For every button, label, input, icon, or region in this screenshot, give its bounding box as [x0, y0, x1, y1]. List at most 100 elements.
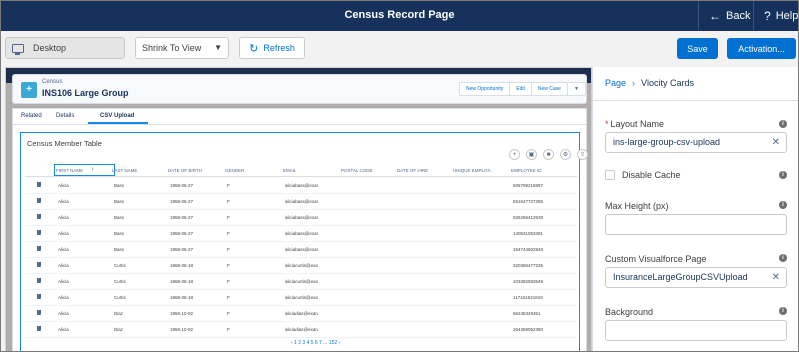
app-window: Census Record Page ← Back ? Help Desktop…	[0, 0, 799, 352]
delete-row-icon[interactable]	[37, 294, 41, 299]
clear-icon[interactable]: ✕	[772, 133, 780, 152]
delete-row-icon[interactable]	[37, 246, 41, 251]
disable-cache-label: Disable Cache	[622, 170, 681, 180]
column-header-unique-employee[interactable]: UNIQUE EMPLOY...	[453, 168, 494, 178]
column-header-gender[interactable]: GENDER	[225, 168, 244, 178]
cell-first-name: Alicia	[58, 279, 69, 284]
delete-row-icon[interactable]	[37, 326, 41, 331]
new-case-button[interactable]: New Case	[532, 83, 568, 95]
delete-row-icon[interactable]	[37, 198, 41, 203]
cell-employee-id: 320386477236	[513, 263, 544, 268]
column-header-last-name[interactable]: LAST NAME	[112, 168, 137, 178]
layout-name-field[interactable]: ins-large-group-csv-upload ✕	[605, 132, 787, 153]
chevron-down-icon: ▼	[214, 43, 222, 52]
info-icon[interactable]: i	[779, 254, 787, 262]
device-label: Desktop	[33, 43, 67, 53]
table-row[interactable]: Alicia Bass 1958-05-27 Faliciabass@exar 5516…	[25, 194, 577, 210]
device-selector[interactable]: Desktop	[5, 37, 125, 59]
back-button[interactable]: ← Back	[698, 1, 753, 31]
info-icon[interactable]: i	[779, 120, 787, 128]
save-button[interactable]: Save	[677, 38, 718, 59]
cell-date-of-birth: 1958-05-27	[170, 183, 194, 188]
table-row[interactable]: Alicia Curtis 1968-06-18 Faliciacurtis@exa 1…	[25, 274, 577, 290]
cell-date-of-birth: 1958-05-27	[170, 247, 194, 252]
layout-name-value: ins-large-group-csv-upload	[613, 137, 721, 147]
sort-arrow-up-icon[interactable]: ↑	[91, 167, 94, 177]
custom-vf-value: InsuranceLargeGroupCSVUpload	[613, 272, 748, 282]
info-icon[interactable]: i	[779, 201, 787, 209]
panel-divider	[593, 100, 798, 101]
column-header-employee-id[interactable]: EMPLOYEE ID	[511, 168, 542, 178]
more-actions-icon[interactable]: ▼	[568, 83, 585, 95]
cell-date-of-birth: 1968-06-18	[170, 279, 194, 284]
table-row[interactable]: Alicia Bass 1958-05-27 Faliciabass@exar 1547…	[25, 242, 577, 258]
cell-date-of-birth: 1968-06-18	[170, 295, 194, 300]
delete-row-icon[interactable]	[37, 182, 41, 187]
new-opportunity-button[interactable]: New Opportunity	[460, 83, 511, 95]
refresh-label: Refresh	[263, 43, 295, 53]
cell-employee-id: 140531053391	[513, 231, 544, 236]
cell-gender: F	[227, 327, 230, 332]
question-icon: ?	[764, 9, 771, 23]
upload-icon[interactable]: ⇧	[577, 149, 588, 160]
tab-details[interactable]: Details	[56, 113, 74, 119]
cell-gender: F	[227, 311, 230, 316]
max-height-field[interactable]	[605, 214, 787, 235]
column-header-email[interactable]: EMAIL	[283, 168, 297, 178]
refresh-button[interactable]: ↻ Refresh	[239, 37, 305, 59]
pagination[interactable]: ‹ 1 2 3 4 5 6 7 ... 152 ›	[291, 340, 340, 346]
edit-button[interactable]: Edit	[510, 83, 532, 95]
tab-csv-upload[interactable]: CSV Upload	[100, 113, 134, 119]
delete-row-icon[interactable]	[37, 214, 41, 219]
delete-row-icon[interactable]	[37, 278, 41, 283]
tab-related[interactable]: Related	[21, 113, 42, 119]
cell-email: aliciabass@exar	[285, 199, 319, 204]
info-icon[interactable]: i	[779, 171, 787, 179]
cell-gender: F	[227, 279, 230, 284]
delete-row-icon[interactable]	[37, 310, 41, 315]
cell-employee-id: 925256412538	[513, 215, 544, 220]
cell-last-name: Diaz	[114, 327, 124, 332]
top-bar: Census Record Page ← Back ? Help	[1, 1, 798, 31]
table-row[interactable]: Alicia Bass 1958-05-27 Faliciabass@exar 9252…	[25, 210, 577, 226]
info-icon[interactable]: i	[779, 307, 787, 315]
clear-icon[interactable]: ✕	[772, 268, 780, 287]
view-mode-select[interactable]: Shrink To View ▼	[135, 37, 229, 59]
column-header-first-name[interactable]: FIRST NAME	[56, 168, 83, 178]
delete-row-icon[interactable]	[37, 262, 41, 267]
add-icon[interactable]: +	[509, 149, 520, 160]
cell-email: aliciadiaz@exan	[285, 311, 318, 316]
cell-email: aliciacurtis@exa	[285, 279, 318, 284]
cell-gender: F	[227, 199, 230, 204]
breadcrumb-page[interactable]: Page	[605, 78, 626, 88]
cell-last-name: Curtis	[114, 263, 126, 268]
gear-icon[interactable]: ⚙	[560, 149, 571, 160]
help-label: Help	[775, 10, 799, 22]
table-row[interactable]: Alicia Curtis 1968-06-18 Faliciacurtis@exa 3…	[25, 258, 577, 274]
cell-first-name: Alicia	[58, 199, 69, 204]
delete-row-icon[interactable]	[37, 230, 41, 235]
custom-vf-field[interactable]: InsuranceLargeGroupCSVUpload ✕	[605, 267, 787, 288]
table-row[interactable]: Alicia Diaz 1956-10-02 Faliciadiaz@exan 6624…	[25, 306, 577, 322]
table-row[interactable]: Alicia Diaz 1956-10-02 Faliciadiaz@exan 2643…	[25, 322, 577, 338]
calendar-icon[interactable]: ▣	[526, 149, 537, 160]
background-label: Background	[605, 307, 654, 317]
background-field[interactable]	[605, 320, 787, 341]
cell-last-name: Bass	[114, 199, 125, 204]
cell-email: aliciabass@exar	[285, 247, 319, 252]
column-header-date-of-birth[interactable]: DATE OF BIRTH	[168, 168, 202, 178]
table-row[interactable]: Alicia Curtis 1968-06-18 Faliciacurtis@exa 1…	[25, 290, 577, 306]
table-row[interactable]: Alicia Bass 1958-05-27 Faliciabass@exar 5067…	[25, 178, 577, 194]
active-tab-indicator	[88, 122, 148, 124]
cell-first-name: Alicia	[58, 263, 69, 268]
trash-icon[interactable]: ■	[543, 149, 554, 160]
table-row[interactable]: Alicia Bass 1958-05-27 Faliciabass@exar 1405…	[25, 226, 577, 242]
disable-cache-checkbox[interactable]	[605, 170, 615, 180]
column-header-date-of-hire[interactable]: DATE OF HIRE	[397, 168, 428, 178]
cell-date-of-birth: 1968-06-18	[170, 263, 194, 268]
activation-button[interactable]: Activation...	[727, 38, 796, 59]
desktop-icon	[12, 43, 24, 55]
help-button[interactable]: ? Help	[753, 1, 798, 31]
column-header-postal-code[interactable]: POSTAL CODE	[341, 168, 373, 178]
cell-employee-id: 103382583549	[513, 279, 544, 284]
